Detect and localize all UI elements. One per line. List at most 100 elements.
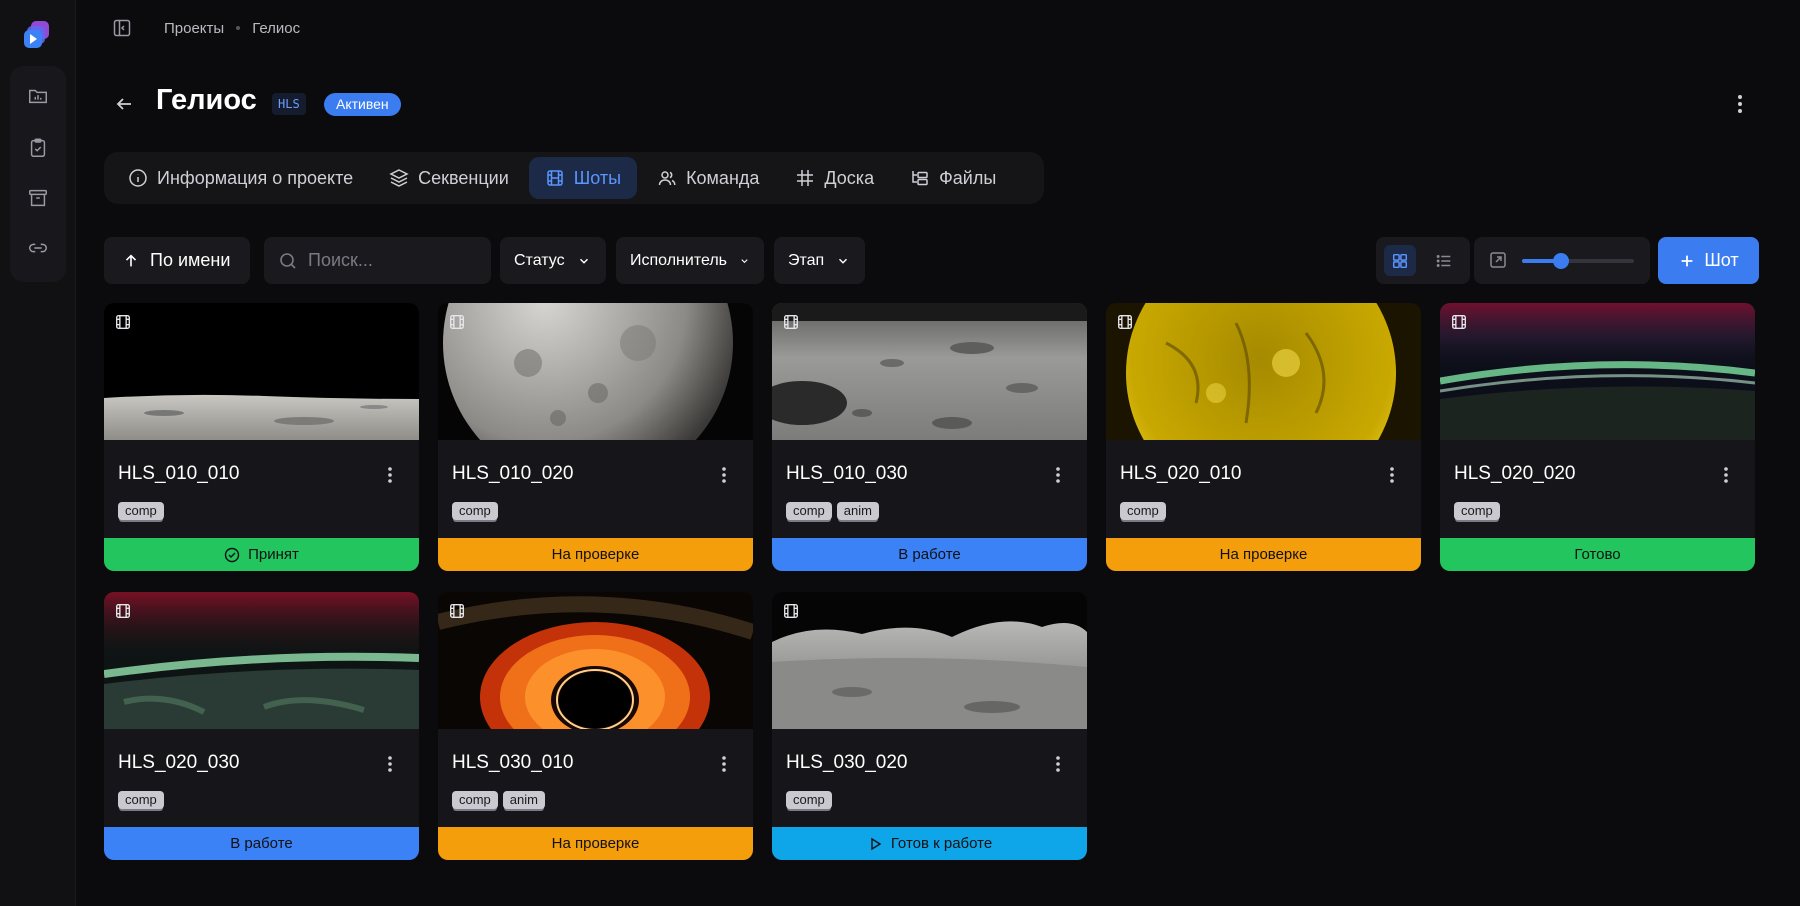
more-vertical-icon	[1050, 467, 1066, 489]
chevron-down-icon	[741, 258, 748, 263]
archive-icon	[29, 189, 47, 207]
list-view-button[interactable]	[1428, 245, 1460, 276]
shot-status-label: Готов к работе	[890, 835, 993, 852]
shot-status-bar[interactable]: Готов к работе	[772, 827, 1087, 860]
shot-thumbnail	[104, 592, 419, 729]
search-box	[264, 237, 491, 284]
stage-tag: comp	[118, 502, 164, 520]
breadcrumb-projects[interactable]: Проекты	[164, 20, 224, 37]
stage-tag: anim	[836, 502, 879, 520]
shot-menu-button[interactable]	[382, 465, 398, 485]
shot-menu-button[interactable]	[1050, 465, 1066, 485]
film-icon	[547, 170, 563, 186]
tab-label: Команда	[686, 167, 760, 188]
filter-status[interactable]: Статус	[500, 237, 606, 284]
shot-menu-button[interactable]	[1384, 465, 1400, 485]
shot-card[interactable]: HLS_030_010 comp anim На проверке	[438, 592, 753, 860]
tab-info[interactable]: Информация о проекте	[112, 157, 369, 199]
sort-button[interactable]: По имени	[104, 237, 250, 284]
zoom-slider-handle[interactable]	[1553, 253, 1570, 269]
shot-status-bar[interactable]: На проверке	[438, 827, 753, 860]
stage-tag: comp	[118, 791, 164, 809]
tab-label: Файлы	[939, 167, 997, 188]
page-title: Гелиос	[156, 84, 257, 116]
tab-team[interactable]: Команда	[641, 157, 775, 199]
shot-status-bar[interactable]: Готово	[1440, 538, 1755, 571]
sidebar	[0, 0, 76, 906]
shot-card[interactable]: HLS_020_020 comp Готово	[1440, 303, 1755, 571]
list-icon	[1436, 254, 1451, 267]
shot-name: HLS_010_010	[118, 463, 240, 484]
shot-status-label: Готово	[1574, 546, 1621, 563]
shot-name: HLS_030_010	[452, 752, 574, 773]
chevron-down-icon	[839, 258, 848, 264]
shot-status-label: На проверке	[1219, 546, 1308, 563]
shot-card[interactable]: HLS_010_030 comp anim В работе	[772, 303, 1087, 571]
shot-tags: comp anim	[452, 791, 545, 809]
view-toggle	[1376, 237, 1470, 284]
shot-tags: comp anim	[786, 502, 879, 520]
sort-label: По имени	[150, 250, 231, 270]
shot-menu-button[interactable]	[382, 754, 398, 774]
add-shot-label: Шот	[1704, 250, 1739, 270]
tab-files[interactable]: Файлы	[894, 157, 1012, 199]
zoom-control	[1474, 237, 1650, 284]
shot-menu-button[interactable]	[716, 754, 732, 774]
shot-thumbnail	[438, 303, 753, 440]
app-logo-icon[interactable]	[22, 18, 54, 50]
filter-assignee[interactable]: Исполнитель	[616, 237, 764, 284]
tab-board[interactable]: Доска	[779, 157, 890, 199]
shot-menu-button[interactable]	[1050, 754, 1066, 774]
shot-card[interactable]: HLS_030_020 comp Готов к работе	[772, 592, 1087, 860]
layers-icon	[389, 169, 409, 187]
grid-icon	[1392, 253, 1408, 268]
shot-card[interactable]: HLS_010_010 comp Принят	[104, 303, 419, 571]
zoom-slider[interactable]	[1522, 253, 1634, 269]
search-input[interactable]	[308, 250, 468, 271]
shot-status-bar[interactable]: На проверке	[438, 538, 753, 571]
shot-status-bar[interactable]: Принят	[104, 538, 419, 571]
more-vertical-icon	[716, 756, 732, 778]
shot-status-label: В работе	[898, 546, 961, 563]
stage-tag: comp	[1454, 502, 1500, 520]
tab-label: Информация о проекте	[157, 167, 354, 188]
link-icon	[29, 243, 47, 253]
grid-view-button[interactable]	[1384, 245, 1416, 276]
project-status-badge: Активен	[324, 93, 401, 116]
sidebar-item-tasks[interactable]	[26, 136, 50, 160]
breadcrumb-current[interactable]: Гелиос	[252, 20, 300, 37]
more-vertical-icon	[1384, 467, 1400, 489]
filter-label: Этап	[788, 251, 825, 269]
toggle-sidebar-icon[interactable]	[112, 18, 132, 38]
add-shot-button[interactable]: Шот	[1658, 237, 1759, 284]
back-button[interactable]	[112, 92, 136, 116]
filter-stage[interactable]: Этап	[774, 237, 865, 284]
top-bar: Проекты Гелиос	[112, 16, 300, 40]
tab-shots[interactable]: Шоты	[528, 157, 638, 199]
shot-status-bar[interactable]: В работе	[104, 827, 419, 860]
shot-card[interactable]: HLS_010_020 comp На проверке	[438, 303, 753, 571]
shot-menu-button[interactable]	[716, 465, 732, 485]
shot-status-bar[interactable]: На проверке	[1106, 538, 1421, 571]
clipboard-check-icon	[30, 138, 46, 157]
folder-tree-icon	[912, 171, 928, 186]
stage-tag: comp	[452, 502, 498, 520]
tab-sequences[interactable]: Секвенции	[373, 157, 525, 199]
shot-tags: comp	[452, 502, 498, 520]
film-icon	[782, 602, 800, 620]
sidebar-item-projects[interactable]	[26, 84, 50, 108]
sidebar-item-links[interactable]	[26, 236, 50, 260]
shot-name: HLS_020_010	[1120, 463, 1242, 484]
film-icon	[114, 313, 132, 331]
shot-thumbnail	[1440, 303, 1755, 440]
hash-icon	[797, 170, 814, 186]
shot-thumbnail	[104, 303, 419, 440]
arrow-up-icon	[125, 253, 137, 266]
project-menu-button[interactable]	[1730, 92, 1750, 116]
fit-zoom-button[interactable]	[1488, 250, 1508, 270]
shot-card[interactable]: HLS_020_030 comp В работе	[104, 592, 419, 860]
shot-card[interactable]: HLS_020_010 comp На проверке	[1106, 303, 1421, 571]
sidebar-item-archive[interactable]	[26, 186, 50, 210]
shot-status-bar[interactable]: В работе	[772, 538, 1087, 571]
shot-menu-button[interactable]	[1718, 465, 1734, 485]
